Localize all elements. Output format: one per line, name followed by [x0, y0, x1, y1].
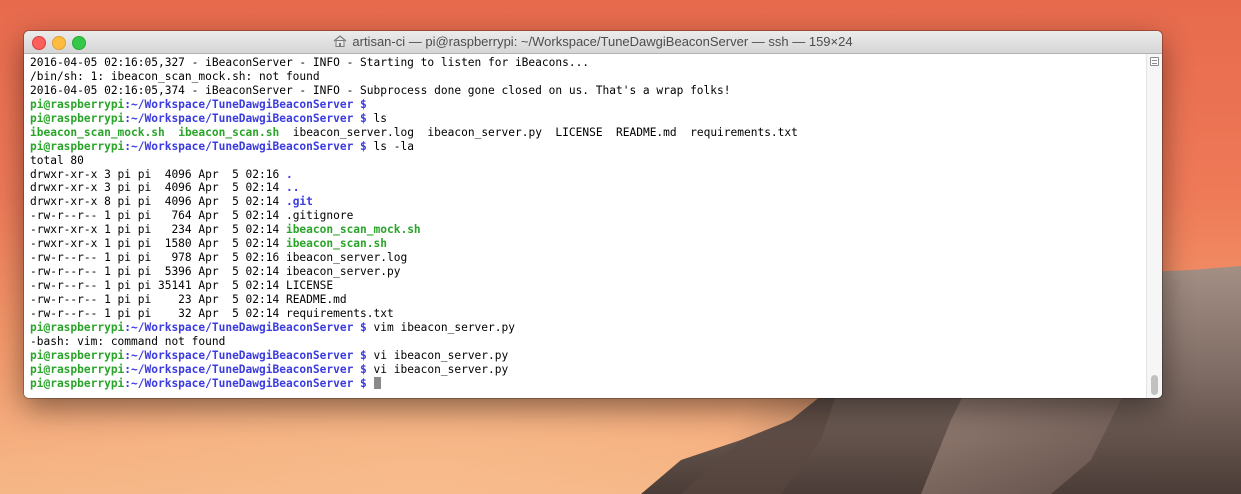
- terminal-output[interactable]: 2016-04-05 02:16:05,327 - iBeaconServer …: [24, 54, 1147, 398]
- command-text: vim ibeacon_server.py: [366, 320, 515, 334]
- terminal-prompt-line: pi@raspberrypi:~/Workspace/TuneDawgiBeac…: [30, 321, 1147, 335]
- prompt-user: pi@raspberrypi: [30, 139, 125, 153]
- prompt-user: pi@raspberrypi: [30, 376, 125, 390]
- ls-entry: -rw-r--r-- 1 pi pi 764 Apr 5 02:14 .giti…: [30, 209, 1147, 223]
- ls-entry-meta: drwxr-xr-x 3 pi pi 4096 Apr 5 02:16: [30, 167, 286, 181]
- ls-entry: -rwxr-xr-x 1 pi pi 234 Apr 5 02:14 ibeac…: [30, 223, 1147, 237]
- file-name: README.md: [285, 292, 347, 306]
- terminal-input-line[interactable]: pi@raspberrypi:~/Workspace/TuneDawgiBeac…: [30, 376, 1147, 391]
- ls-entry: drwxr-xr-x 3 pi pi 4096 Apr 5 02:14 ..: [30, 181, 1147, 195]
- terminal-line: 2016-04-05 02:16:05,327 - iBeaconServer …: [30, 56, 590, 69]
- vertical-scrollbar[interactable]: [1146, 54, 1162, 398]
- scrollbar-thumb[interactable]: [1151, 375, 1158, 395]
- prompt-path: :~/Workspace/TuneDawgiBeaconServer $: [124, 97, 367, 111]
- terminal-prompt-line: pi@raspberrypi:~/Workspace/TuneDawgiBeac…: [30, 349, 1147, 363]
- terminal-prompt-line: pi@raspberrypi:~/Workspace/TuneDawgiBeac…: [30, 98, 1147, 112]
- terminal-prompt-line: pi@raspberrypi:~/Workspace/TuneDawgiBeac…: [30, 112, 1147, 126]
- prompt-path: :~/Workspace/TuneDawgiBeaconServer $: [124, 139, 367, 153]
- command-text: ls -la: [366, 139, 414, 153]
- window-title-container: artisan-ci — pi@raspberrypi: ~/Workspace…: [24, 34, 1162, 49]
- ls-entry: -rw-r--r-- 1 pi pi 5396 Apr 5 02:14 ibea…: [30, 265, 1147, 279]
- file-name: requirements.txt: [285, 306, 394, 320]
- home-icon: [334, 35, 347, 47]
- prompt-path: :~/Workspace/TuneDawgiBeaconServer $: [124, 376, 367, 390]
- prompt-user: pi@raspberrypi: [30, 97, 125, 111]
- terminal-line: -bash: vim: command not found: [30, 334, 226, 348]
- ls-entry: -rwxr-xr-x 1 pi pi 1580 Apr 5 02:14 ibea…: [30, 237, 1147, 251]
- terminal-line: 2016-04-05 02:16:05,374 - iBeaconServer …: [30, 83, 731, 97]
- prompt-path: :~/Workspace/TuneDawgiBeaconServer $: [124, 320, 367, 334]
- command-text: ls: [366, 111, 387, 125]
- file-name: ibeacon_server.py: [285, 265, 401, 279]
- ls-entry: -rw-r--r-- 1 pi pi 35141 Apr 5 02:14 LIC…: [30, 279, 1147, 293]
- prompt-user: pi@raspberrypi: [30, 362, 125, 376]
- prompt-path: :~/Workspace/TuneDawgiBeaconServer $: [124, 111, 367, 125]
- prompt-path: :~/Workspace/TuneDawgiBeaconServer $: [124, 362, 367, 376]
- ls-entry-meta: -rw-r--r-- 1 pi pi 32 Apr 5 02:14: [30, 306, 286, 320]
- ls-entry: drwxr-xr-x 8 pi pi 4096 Apr 5 02:14 .git: [30, 195, 1147, 209]
- file-name: ibeacon_server.log: [285, 251, 408, 265]
- directory-name: .: [285, 167, 293, 181]
- ls-entry-meta: -rwxr-xr-x 1 pi pi 234 Apr 5 02:14: [30, 223, 286, 237]
- executable-file: ibeacon_scan_mock.sh: [285, 223, 421, 237]
- ls-entry: -rw-r--r-- 1 pi pi 978 Apr 5 02:16 ibeac…: [30, 251, 1147, 265]
- directory-name: .git: [285, 195, 313, 209]
- directory-name: ..: [285, 181, 300, 195]
- text-cursor: [373, 376, 381, 389]
- ls-entry-meta: drwxr-xr-x 8 pi pi 4096 Apr 5 02:14: [30, 195, 286, 209]
- ls-entry-meta: drwxr-xr-x 3 pi pi 4096 Apr 5 02:14: [30, 181, 286, 195]
- file-name: LICENSE: [285, 279, 334, 292]
- command-text: vi ibeacon_server.py: [366, 362, 509, 376]
- command-text: vi ibeacon_server.py: [366, 348, 509, 362]
- prompt-user: pi@raspberrypi: [30, 320, 125, 334]
- window-title: artisan-ci — pi@raspberrypi: ~/Workspace…: [352, 34, 853, 49]
- prompt-user: pi@raspberrypi: [30, 348, 125, 362]
- terminal-window[interactable]: artisan-ci — pi@raspberrypi: ~/Workspace…: [24, 31, 1162, 398]
- split-pane-icon[interactable]: [1150, 57, 1159, 66]
- prompt-path: :~/Workspace/TuneDawgiBeaconServer $: [124, 348, 367, 362]
- terminal-line: /bin/sh: 1: ibeacon_scan_mock.sh: not fo…: [30, 69, 320, 83]
- ls-entry: -rw-r--r-- 1 pi pi 23 Apr 5 02:14 README…: [30, 293, 1147, 307]
- ls-output-line: ibeacon_scan_mock.sh ibeacon_scan.sh ibe…: [30, 126, 1147, 140]
- terminal-line: total 80: [30, 153, 84, 167]
- prompt-user: pi@raspberrypi: [30, 111, 125, 125]
- ls-entry-meta: -rw-r--r-- 1 pi pi 23 Apr 5 02:14: [30, 292, 286, 306]
- title-bar[interactable]: artisan-ci — pi@raspberrypi: ~/Workspace…: [24, 31, 1162, 54]
- terminal-prompt-line: pi@raspberrypi:~/Workspace/TuneDawgiBeac…: [30, 363, 1147, 377]
- executable-file: ibeacon_scan.sh: [285, 237, 387, 251]
- executable-file: ibeacon_scan_mock.sh: [30, 125, 165, 139]
- ls-entry-meta: -rwxr-xr-x 1 pi pi 1580 Apr 5 02:14: [30, 237, 286, 251]
- ls-entry-meta: -rw-r--r-- 1 pi pi 5396 Apr 5 02:14: [30, 265, 286, 279]
- executable-file: ibeacon_scan.sh: [178, 125, 280, 139]
- terminal-prompt-line: pi@raspberrypi:~/Workspace/TuneDawgiBeac…: [30, 140, 1147, 154]
- ls-entry: -rw-r--r-- 1 pi pi 32 Apr 5 02:14 requir…: [30, 307, 1147, 321]
- ls-entry: drwxr-xr-x 3 pi pi 4096 Apr 5 02:16 .: [30, 168, 1147, 182]
- file-list: ibeacon_server.log ibeacon_server.py LIC…: [279, 125, 798, 139]
- ls-entry-meta: -rw-r--r-- 1 pi pi 35141 Apr 5 02:14: [30, 279, 286, 292]
- ls-entry-meta: -rw-r--r-- 1 pi pi 764 Apr 5 02:14: [30, 209, 286, 223]
- file-name: .gitignore: [285, 209, 354, 223]
- ls-entry-meta: -rw-r--r-- 1 pi pi 978 Apr 5 02:16: [30, 251, 286, 265]
